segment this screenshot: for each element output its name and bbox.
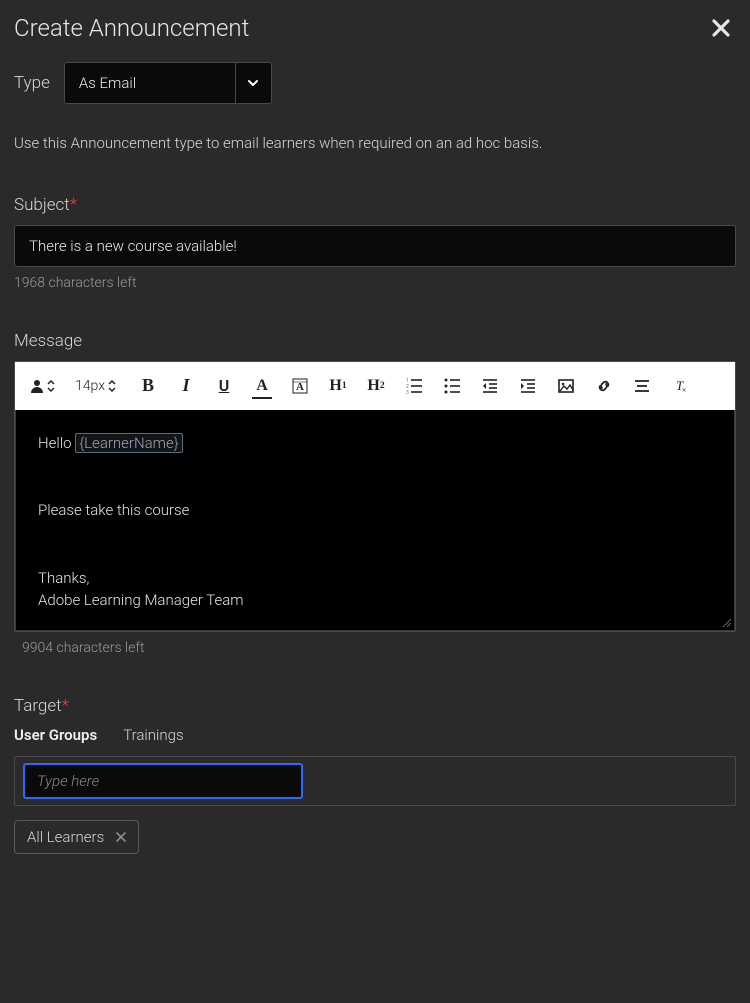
- chip-label: All Learners: [27, 828, 104, 846]
- type-row: Type As Email: [14, 62, 736, 104]
- type-select-value: As Email: [65, 63, 235, 103]
- h1-button[interactable]: H1: [326, 374, 350, 398]
- modal-header: Create Announcement: [14, 14, 736, 42]
- svg-text:A: A: [296, 381, 304, 393]
- target-label: Target*: [14, 696, 736, 716]
- create-announcement-modal: Create Announcement Type As Email Use th…: [0, 0, 750, 868]
- message-line-2: Please take this course: [38, 499, 712, 522]
- type-description: Use this Announcement type to email lear…: [14, 132, 736, 155]
- unordered-list-button[interactable]: [440, 374, 464, 398]
- message-line-1: Hello {LearnerName}: [38, 432, 712, 455]
- rich-text-editor: 14px B I U A A H1 H2 123: [14, 361, 736, 632]
- message-label: Message: [14, 331, 736, 351]
- resize-handle-icon[interactable]: [720, 616, 732, 628]
- h2-button[interactable]: H2: [364, 374, 388, 398]
- clear-format-button[interactable]: T×: [668, 374, 692, 398]
- svg-text:3: 3: [406, 390, 409, 395]
- tab-trainings[interactable]: Trainings: [123, 726, 183, 746]
- placeholder-picker[interactable]: [29, 378, 55, 394]
- align-button[interactable]: [630, 374, 654, 398]
- chip-all-learners[interactable]: All Learners: [14, 820, 139, 854]
- ordered-list-button[interactable]: 123: [402, 374, 426, 398]
- target-chips: All Learners: [14, 820, 736, 854]
- svg-text:×: ×: [682, 385, 686, 394]
- target-input-container[interactable]: [14, 756, 736, 806]
- subject-input[interactable]: [14, 225, 736, 267]
- bold-button[interactable]: B: [136, 374, 160, 398]
- type-select[interactable]: As Email: [64, 62, 272, 104]
- close-icon[interactable]: [712, 19, 736, 37]
- type-label: Type: [14, 73, 50, 93]
- message-signoff-2: Adobe Learning Manager Team: [38, 589, 712, 612]
- outdent-button[interactable]: [478, 374, 502, 398]
- target-tabs: User Groups Trainings: [14, 726, 736, 746]
- italic-button[interactable]: I: [174, 374, 198, 398]
- chevron-down-icon[interactable]: [235, 63, 271, 103]
- font-size-select[interactable]: 14px: [69, 378, 122, 394]
- subject-chars-left: 1968 characters left: [14, 275, 736, 291]
- required-asterisk: *: [62, 696, 69, 716]
- modal-title: Create Announcement: [14, 14, 249, 42]
- message-section: Message 14px B I U A A H1 H: [14, 331, 736, 656]
- message-chars-left: 9904 characters left: [14, 640, 736, 656]
- target-input[interactable]: [35, 771, 291, 791]
- remove-chip-icon[interactable]: [116, 832, 126, 842]
- image-button[interactable]: [554, 374, 578, 398]
- message-signoff-1: Thanks,: [38, 567, 712, 590]
- learner-name-token[interactable]: {LearnerName}: [75, 433, 183, 453]
- highlight-button[interactable]: A: [288, 374, 312, 398]
- target-input-focus: [23, 763, 303, 799]
- target-section: Target* User Groups Trainings All Learne…: [14, 696, 736, 854]
- link-button[interactable]: [592, 374, 616, 398]
- required-asterisk: *: [70, 195, 77, 215]
- underline-button[interactable]: U: [212, 374, 236, 398]
- editor-textarea[interactable]: Hello {LearnerName} Please take this cou…: [15, 410, 735, 631]
- tab-user-groups[interactable]: User Groups: [14, 726, 97, 746]
- indent-button[interactable]: [516, 374, 540, 398]
- font-color-button[interactable]: A: [250, 374, 274, 398]
- editor-toolbar: 14px B I U A A H1 H2 123: [15, 362, 735, 410]
- subject-label: Subject*: [14, 195, 736, 215]
